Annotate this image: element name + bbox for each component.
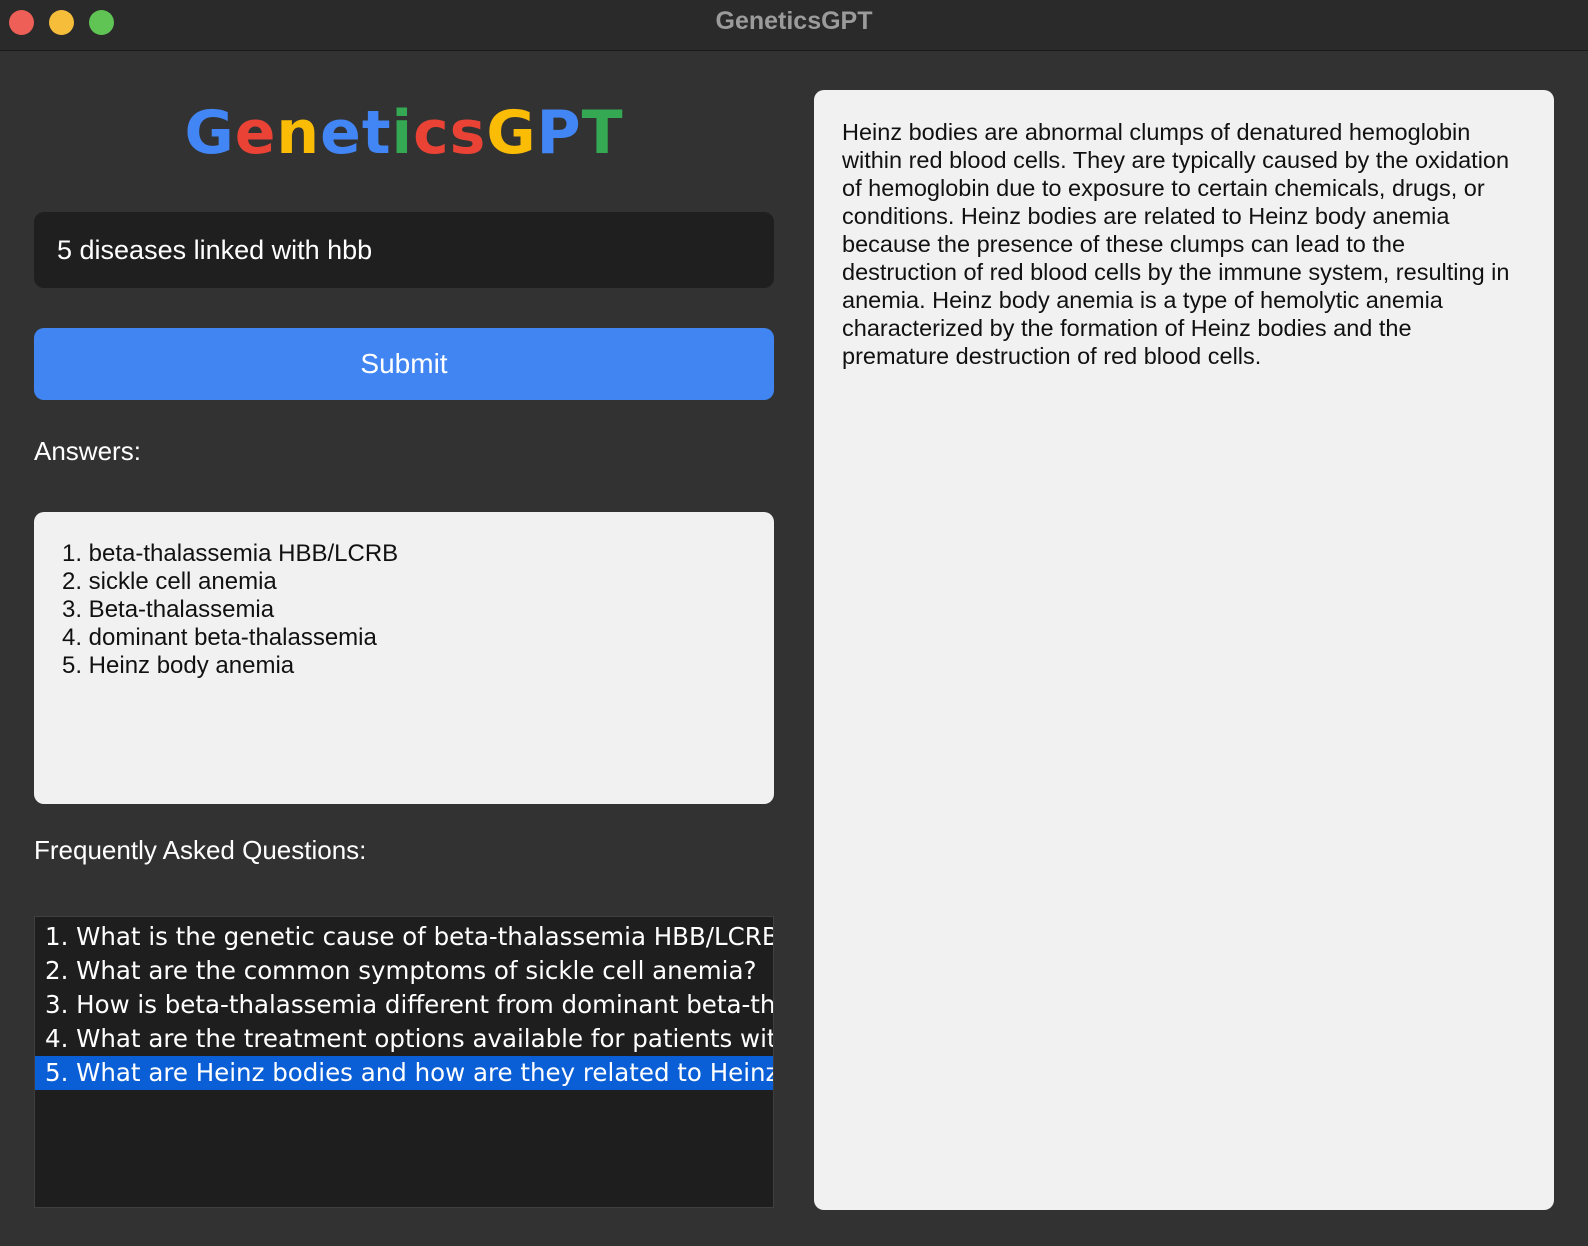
detail-text-line: premature destruction of red blood cells…: [842, 343, 1262, 369]
answers-heading: Answers:: [34, 436, 141, 466]
answers-panel: 1. beta-thalassemia HBB/LCRB 2. sickle ce…: [34, 512, 774, 804]
faq-listbox[interactable]: 1. What is the genetic cause of beta-tha…: [34, 916, 774, 1208]
logo-letter: i: [391, 98, 414, 168]
logo-letter: n: [276, 98, 321, 168]
faq-item[interactable]: 1. What is the genetic cause of beta-tha…: [35, 920, 773, 954]
logo-letter: G: [486, 98, 537, 168]
faq-heading: Frequently Asked Questions:: [34, 835, 367, 865]
answer-item: 5. Heinz body anemia: [62, 652, 295, 679]
logo-letter: P: [536, 98, 582, 168]
detail-text-line: conditions. Heinz bodies are related to …: [842, 203, 1450, 229]
answer-item: 1. beta-thalassemia HBB/LCRB: [62, 540, 399, 567]
answer-item: 4. dominant beta-thalassemia: [62, 624, 377, 651]
faq-item[interactable]: 3. How is beta-thalassemia different fro…: [35, 988, 773, 1022]
logo-letter: e: [320, 98, 362, 168]
logo-letter: T: [581, 98, 624, 168]
detail-text-line: of hemoglobin due to exposure to certain…: [842, 175, 1485, 201]
answer-detail-panel: Heinz bodies are abnormal clumps of dena…: [814, 90, 1554, 1210]
detail-text-line: characterized by the formation of Heinz …: [842, 315, 1412, 341]
detail-text-line: destruction of red blood cells by the im…: [842, 259, 1510, 285]
answer-item: 2. sickle cell anemia: [62, 568, 277, 595]
answer-item: 3. Beta-thalassemia: [62, 596, 275, 623]
logo-letter: c: [413, 98, 450, 168]
faq-item[interactable]: 5. What are Heinz bodies and how are the…: [35, 1056, 773, 1090]
detail-text-line: Heinz bodies are abnormal clumps of dena…: [842, 119, 1471, 145]
detail-text-line: because the presence of these clumps can…: [842, 231, 1406, 257]
detail-text-line: anemia. Heinz body anemia is a type of h…: [842, 287, 1443, 313]
faq-item[interactable]: 2. What are the common symptoms of sickl…: [35, 954, 773, 988]
window-title: GeneticsGPT: [715, 7, 873, 35]
app-window: GeneticsGPT GeneticsGPT Submit Answers: …: [0, 0, 1588, 1246]
logo-letter: s: [449, 98, 487, 168]
title-bar: GeneticsGPT: [0, 0, 1588, 51]
faq-item[interactable]: 4. What are the treatment options availa…: [35, 1022, 773, 1056]
logo-letter: t: [361, 98, 392, 168]
logo-letter: e: [234, 98, 277, 168]
logo-letter: G: [184, 98, 235, 168]
detail-text-line: within red blood cells. They are typical…: [842, 147, 1510, 173]
app-logo: GeneticsGPT: [34, 98, 774, 168]
submit-button[interactable]: Submit: [34, 328, 774, 400]
query-input[interactable]: [34, 212, 774, 288]
